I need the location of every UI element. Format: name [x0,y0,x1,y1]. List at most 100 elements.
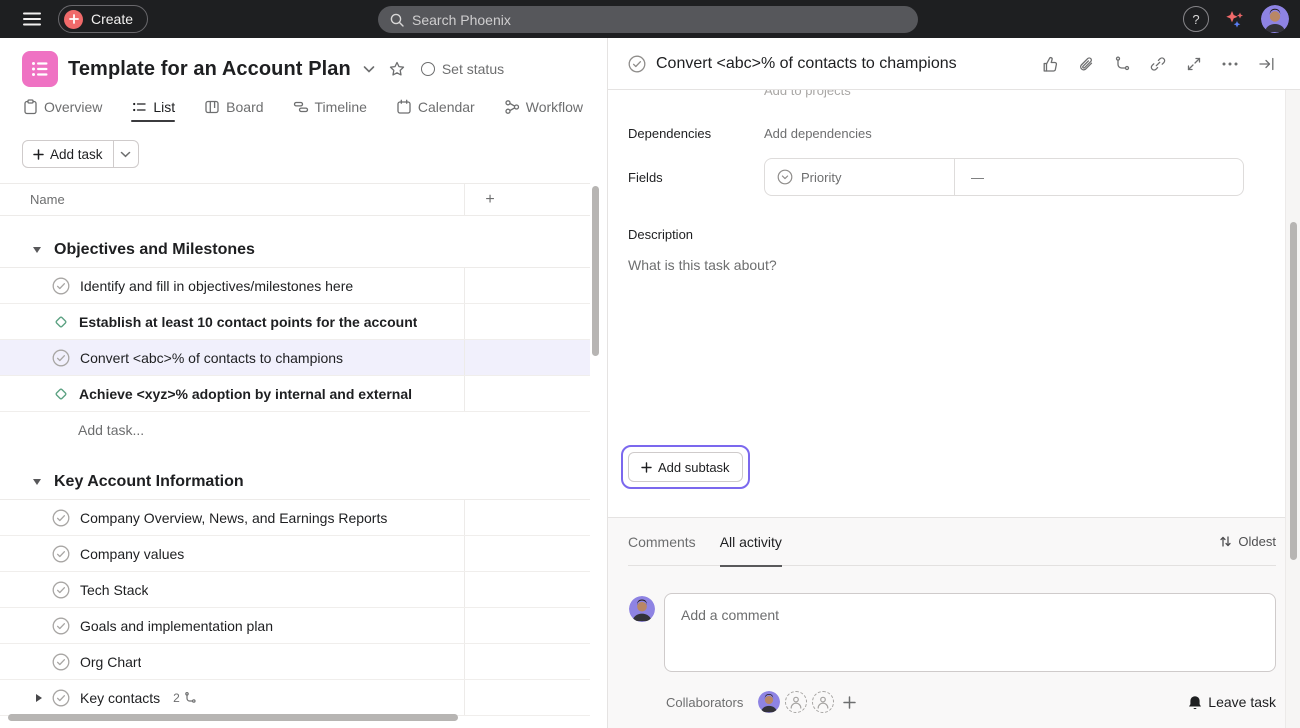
leave-task-label: Leave task [1208,694,1276,710]
task-name[interactable]: Company values [80,546,184,562]
vertical-scrollbar-thumb[interactable] [592,186,599,356]
inline-add-task[interactable]: Add task... [0,412,590,448]
check-circle-icon[interactable] [52,653,70,671]
milestone-diamond-icon[interactable] [53,314,69,330]
column-divider [464,644,465,679]
subtask-branch-icon[interactable] [1110,52,1134,76]
check-circle-icon[interactable] [52,689,70,707]
priority-field-value[interactable]: — [955,170,984,185]
priority-field[interactable]: Priority [765,159,955,195]
close-panel-icon[interactable] [1254,52,1278,76]
task-name[interactable]: Company Overview, News, and Earnings Rep… [80,510,387,526]
set-status-button[interactable]: Set status [421,61,504,77]
section-header-objectives[interactable]: Objectives and Milestones [0,232,590,268]
comment-input-box[interactable] [664,593,1276,672]
task-name[interactable]: Establish at least 10 contact points for… [79,314,417,330]
task-name[interactable]: Achieve <xyz>% adoption by internal and … [79,386,412,402]
check-circle-icon[interactable] [52,509,70,527]
chevron-down-icon[interactable] [363,65,375,73]
add-subtask-button[interactable]: Add subtask [628,452,743,482]
menu-icon[interactable] [23,12,41,26]
task-row[interactable]: Establish at least 10 contact points for… [0,304,590,340]
leave-task-button[interactable]: Leave task [1188,694,1276,710]
like-icon[interactable] [1038,52,1062,76]
timeline-icon [293,99,309,115]
check-circle-icon[interactable] [52,581,70,599]
tab-label: Calendar [418,99,475,115]
tab-comments[interactable]: Comments [628,518,696,566]
caret-down-icon[interactable] [33,479,41,485]
column-divider [464,572,465,607]
workflow-icon [504,99,520,115]
add-collaborator-button[interactable] [843,696,856,709]
horizontal-scrollbar-thumb[interactable] [8,714,458,721]
check-circle-icon[interactable] [52,545,70,563]
ai-sparkle-icon[interactable] [1224,8,1246,30]
task-row[interactable]: Identify and fill in objectives/mileston… [0,268,590,304]
check-circle-icon[interactable] [52,277,70,295]
description-input[interactable]: What is this task about? [628,257,1276,273]
link-icon[interactable] [1146,52,1170,76]
task-row-expandable[interactable]: Key contacts 2 [0,680,590,716]
milestone-diamond-icon[interactable] [53,386,69,402]
caret-right-icon[interactable] [36,694,42,702]
task-name[interactable]: Tech Stack [80,582,148,598]
tab-workflow[interactable]: Workflow [504,92,583,122]
task-row[interactable]: Achieve <xyz>% adoption by internal and … [0,376,590,412]
add-column-button[interactable]: + [476,191,504,209]
add-task-button[interactable]: Add task [23,141,113,167]
invite-person-slot[interactable] [785,691,807,713]
activity-tabs: Comments All activity Oldest [628,518,1276,566]
right-scrollbar-track[interactable] [1285,90,1300,728]
more-icon[interactable] [1218,52,1242,76]
tab-calendar[interactable]: Calendar [396,92,475,122]
view-tabs: Overview List Board Timeline Calendar [23,92,595,122]
add-to-projects-clipped: Add to projects [764,90,1276,102]
star-icon[interactable] [389,61,405,77]
tab-all-activity[interactable]: All activity [720,518,782,566]
check-circle-icon[interactable] [52,617,70,635]
task-row[interactable]: Goals and implementation plan [0,608,590,644]
search-input[interactable] [412,12,906,28]
task-name[interactable]: Org Chart [80,654,141,670]
priority-field-label: Priority [801,170,841,185]
create-button[interactable]: Create [58,5,148,33]
task-name[interactable]: Identify and fill in objectives/mileston… [80,278,353,294]
check-circle-icon[interactable] [52,349,70,367]
expand-icon[interactable] [1182,52,1206,76]
add-dependencies-button[interactable]: Add dependencies [764,126,872,141]
right-scrollbar-thumb[interactable] [1290,222,1297,560]
invite-person-slot[interactable] [812,691,834,713]
check-circle-icon[interactable] [628,55,646,73]
collaborator-avatar[interactable] [758,691,780,713]
task-row[interactable]: Org Chart [0,644,590,680]
tab-label: List [153,99,175,115]
attachment-icon[interactable] [1074,52,1098,76]
task-name[interactable]: Convert <abc>% of contacts to champions [80,350,343,366]
comment-input[interactable] [665,594,1275,671]
sort-button[interactable]: Oldest [1219,534,1276,549]
tab-overview[interactable]: Overview [23,92,102,122]
task-name[interactable]: Goals and implementation plan [80,618,273,634]
tab-label: Comments [628,534,696,550]
user-avatar [629,596,655,622]
add-task-dropdown-button[interactable] [113,141,138,167]
task-row[interactable]: Tech Stack [0,572,590,608]
add-to-projects-label[interactable]: Add to projects [764,90,1276,98]
caret-down-icon[interactable] [33,247,41,253]
task-row[interactable]: Company Overview, News, and Earnings Rep… [0,500,590,536]
section-header-key-account[interactable]: Key Account Information [0,464,590,500]
task-row-selected[interactable]: Convert <abc>% of contacts to champions [0,340,590,376]
column-divider [464,608,465,643]
plus-icon [641,462,652,473]
help-button[interactable]: ? [1183,6,1209,32]
tab-list[interactable]: List [131,92,175,122]
user-avatar[interactable] [1261,5,1289,33]
add-task-label: Add task [50,147,103,162]
project-icon[interactable] [22,51,58,87]
tab-timeline[interactable]: Timeline [293,92,367,122]
tab-board[interactable]: Board [204,92,263,122]
search-bar[interactable] [378,6,918,33]
task-name[interactable]: Key contacts [80,690,160,706]
task-row[interactable]: Company values [0,536,590,572]
